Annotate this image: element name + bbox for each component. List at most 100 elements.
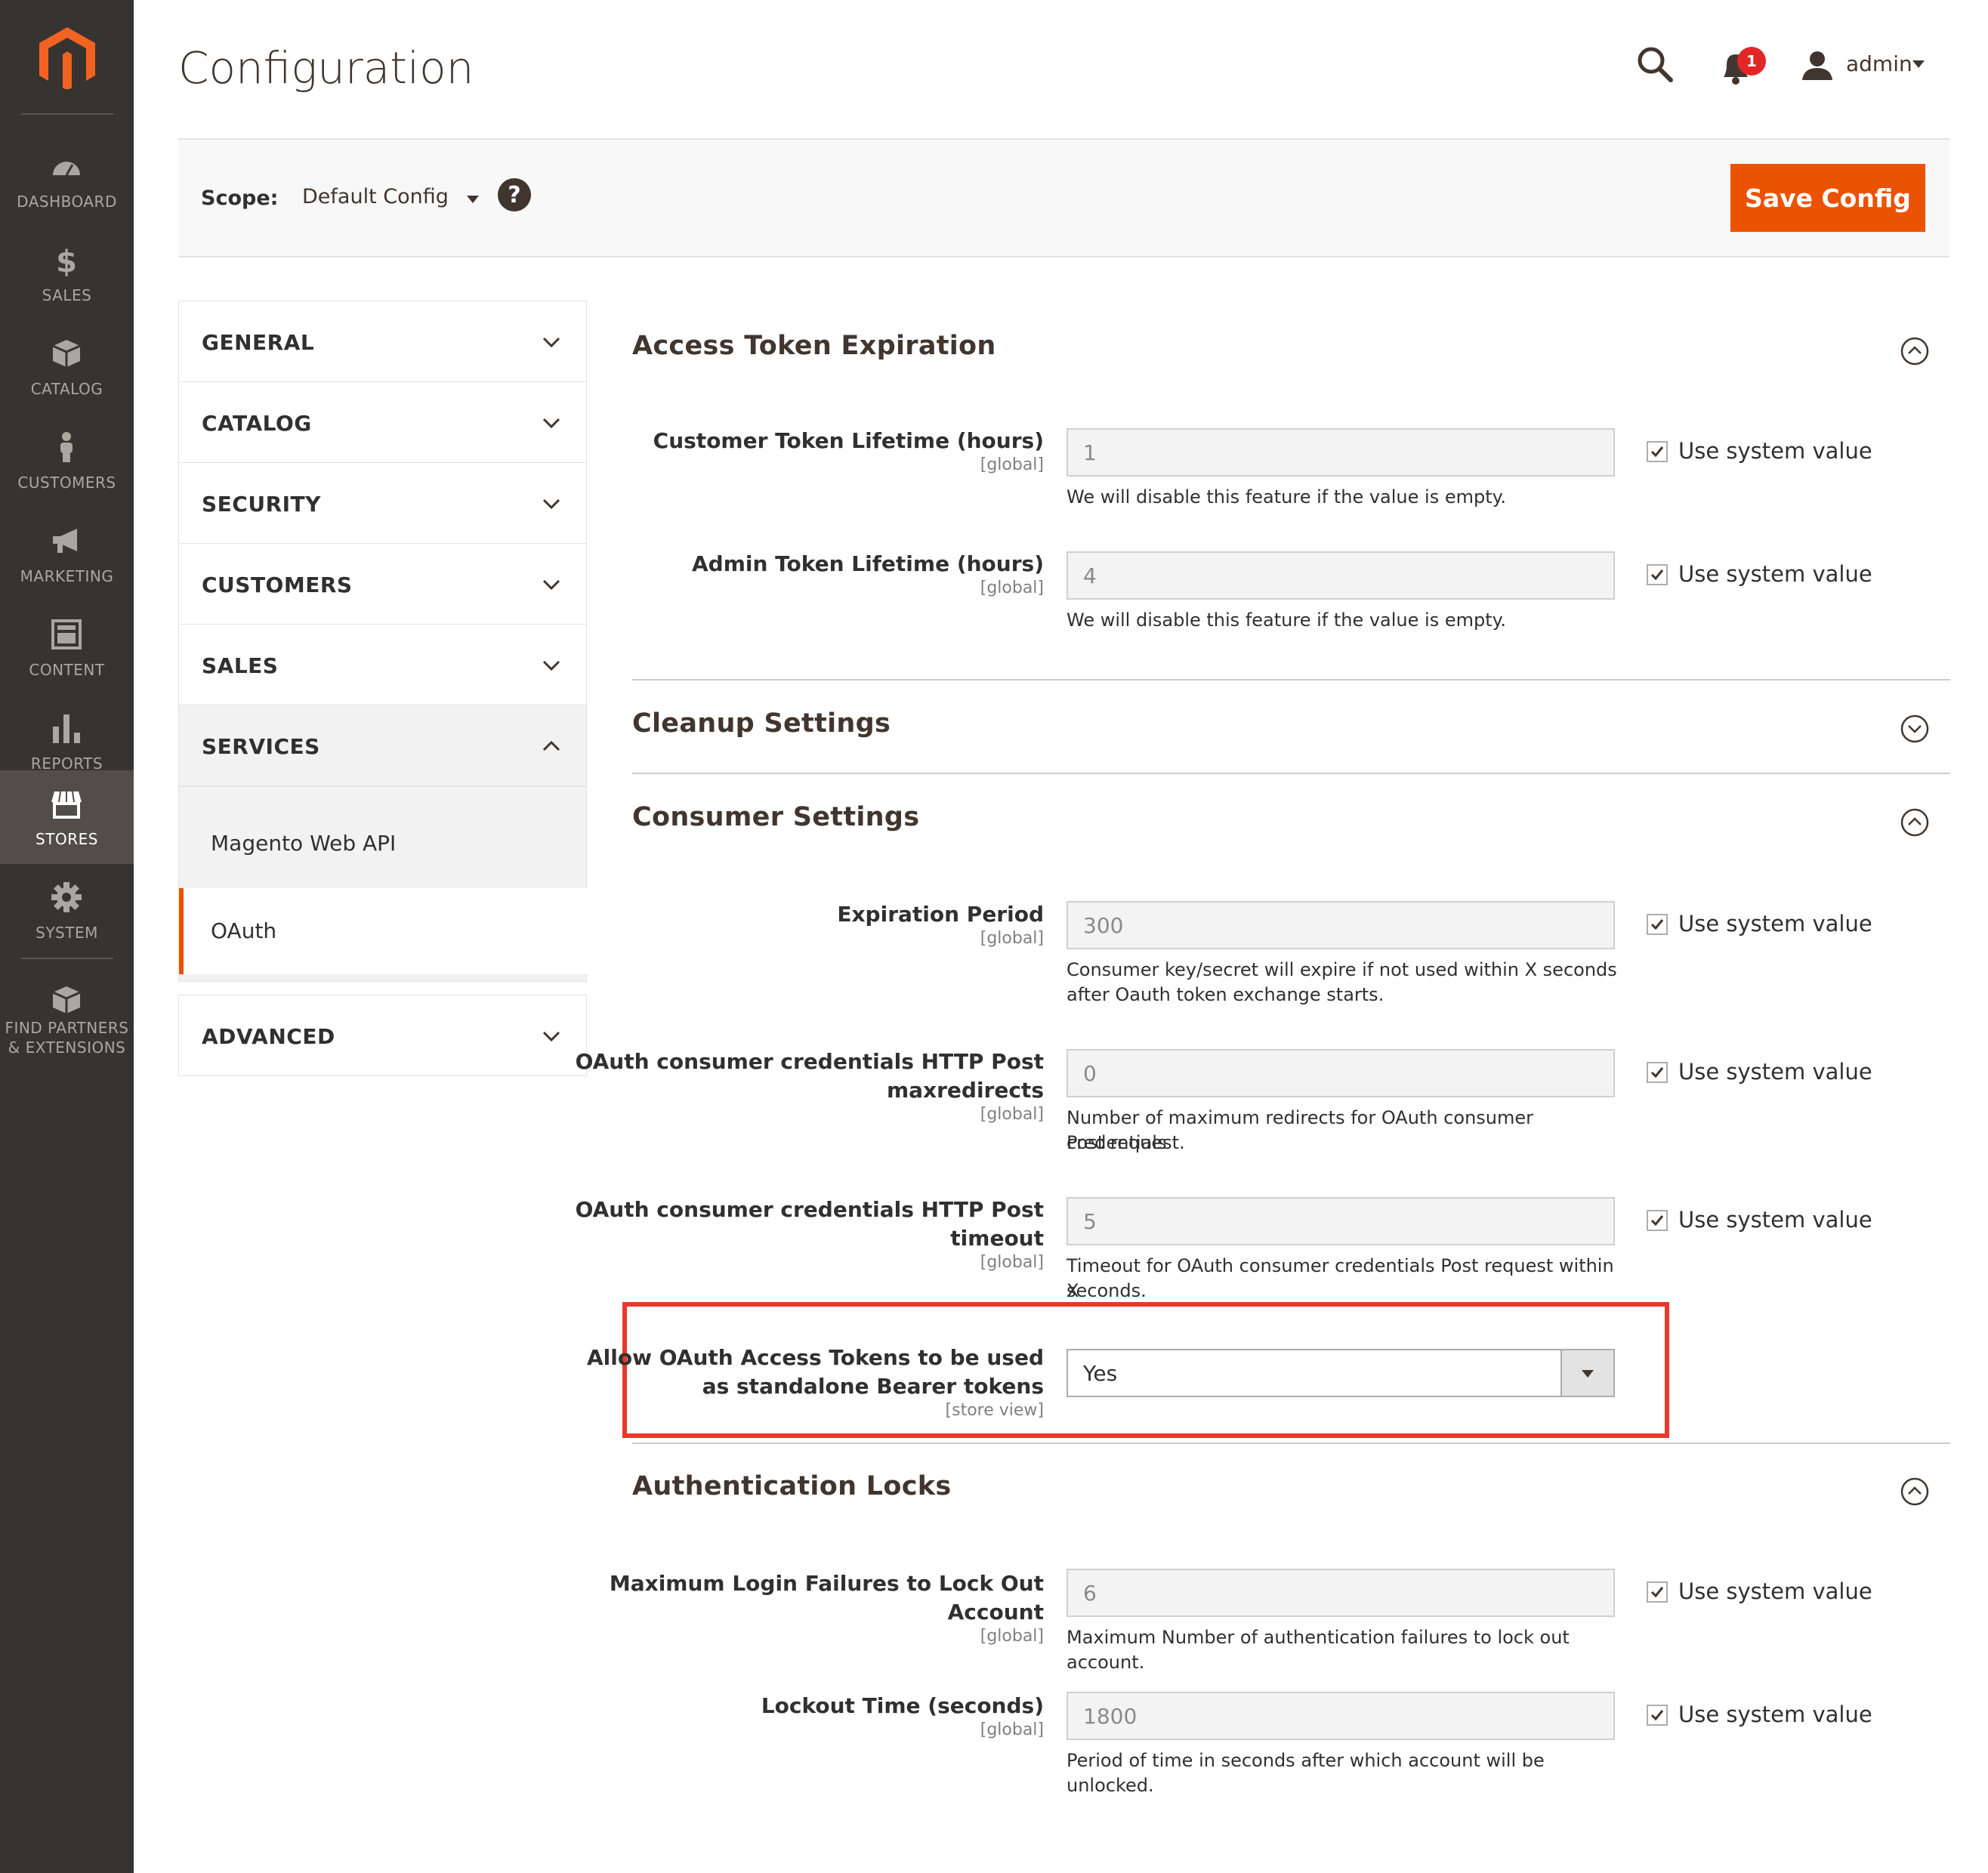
lockout-time-input[interactable]: 1800 — [1067, 1692, 1615, 1740]
scope-label: Scope: — [201, 187, 279, 210]
section-title-access-token-expiration[interactable]: Access Token Expiration — [632, 331, 996, 361]
field-note: Maximum Number of authentication failure… — [1067, 1627, 1570, 1673]
box-icon — [52, 340, 81, 367]
field-scope: [store view] — [945, 1401, 1044, 1420]
scope-switcher[interactable]: Default Config — [302, 185, 479, 208]
field-note: seconds. — [1067, 1280, 1147, 1301]
collapse-icon[interactable] — [1900, 808, 1929, 837]
menu-item-oauth[interactable]: OAuth — [179, 888, 591, 974]
nav-item-stores[interactable]: STORES — [0, 770, 134, 864]
use-system-value-label: Use system value — [1678, 1207, 1872, 1233]
checkmark-icon — [1650, 1587, 1664, 1598]
field-label: timeout — [950, 1226, 1044, 1251]
field-scope: [global] — [980, 929, 1044, 948]
menu-section-services[interactable]: SERVICES — [178, 705, 587, 785]
admin-sidebar: DASHBOARD $ SALES CATALOG CUSTOMERS MARK… — [0, 0, 134, 1873]
maxredirects-input[interactable]: 0 — [1067, 1049, 1615, 1097]
field-label: OAuth consumer credentials HTTP Post — [575, 1197, 1044, 1222]
field-label: maxredirects — [886, 1078, 1044, 1103]
save-config-button[interactable]: Save Config — [1730, 164, 1925, 232]
chevron-down-icon — [1912, 60, 1925, 68]
extensions-icon — [52, 986, 81, 1014]
menu-section-advanced[interactable]: ADVANCED — [178, 995, 587, 1076]
field-scope: [global] — [980, 1627, 1044, 1646]
timeout-input[interactable]: 5 — [1067, 1197, 1615, 1245]
help-icon[interactable]: ? — [497, 177, 532, 212]
dashboard-icon — [53, 162, 80, 176]
section-title-consumer-settings[interactable]: Consumer Settings — [632, 802, 919, 832]
select-value: Yes — [1083, 1361, 1118, 1386]
menu-section-security[interactable]: SECURITY — [178, 462, 587, 543]
customer-token-lifetime-input[interactable]: 1 — [1067, 428, 1615, 477]
nav-label: FIND PARTNERS — [5, 1019, 129, 1037]
megaphone-icon — [53, 529, 77, 553]
checkmark-icon — [1650, 446, 1664, 458]
use-system-value-label: Use system value — [1678, 1059, 1872, 1085]
nav-item-customers[interactable]: CUSTOMERS — [0, 414, 134, 508]
section-title-cleanup-settings[interactable]: Cleanup Settings — [632, 708, 891, 739]
nav-label: CATALOG — [30, 380, 103, 398]
menu-section-sales[interactable]: SALES — [178, 624, 587, 705]
menu-section-label: SERVICES — [202, 734, 320, 759]
field-label: Account — [947, 1600, 1044, 1625]
menu-section-general[interactable]: GENERAL — [178, 301, 587, 381]
chevron-up-icon — [542, 740, 560, 751]
checkbox[interactable] — [1647, 441, 1668, 462]
field-label: as standalone Bearer tokens — [702, 1374, 1044, 1399]
chevron-down-icon — [542, 337, 560, 348]
expiration-period-input[interactable]: 300 — [1067, 901, 1615, 949]
nav-item-catalog[interactable]: CATALOG — [0, 320, 134, 414]
chevron-down-icon — [542, 418, 560, 429]
checkbox[interactable] — [1647, 1210, 1668, 1231]
dropdown-arrow-icon[interactable] — [1560, 1350, 1613, 1396]
use-system-value-label: Use system value — [1678, 1578, 1872, 1604]
collapse-icon[interactable] — [1900, 1477, 1929, 1506]
section-title-authentication-locks[interactable]: Authentication Locks — [632, 1471, 951, 1501]
nav-item-system[interactable]: SYSTEM — [0, 864, 134, 958]
nav-label: STORES — [36, 830, 98, 848]
nav-label: SYSTEM — [36, 924, 98, 942]
checkbox[interactable] — [1647, 914, 1668, 935]
nav-divider — [21, 113, 113, 115]
field-label: Admin Token Lifetime (hours) — [691, 551, 1044, 576]
nav-label: CONTENT — [29, 661, 105, 679]
nav-item-find-partners[interactable]: FIND PARTNERS & EXTENSIONS — [0, 968, 134, 1066]
checkmark-icon — [1650, 1067, 1664, 1078]
field-label: Customer Token Lifetime (hours) — [653, 428, 1044, 453]
field-note: Consumer key/secret will expire if not u… — [1067, 959, 1617, 980]
expand-icon[interactable] — [1900, 714, 1929, 743]
use-system-value-label: Use system value — [1678, 438, 1872, 464]
notification-badge[interactable]: 1 — [1737, 47, 1766, 76]
nav-item-content[interactable]: CONTENT — [0, 601, 134, 695]
nav-item-sales[interactable]: $ SALES — [0, 227, 134, 320]
menu-section-customers[interactable]: CUSTOMERS — [178, 543, 587, 624]
gear-icon — [51, 882, 82, 912]
menu-section-label: SALES — [202, 653, 279, 678]
chevron-down-icon — [542, 498, 560, 510]
person-icon — [60, 432, 73, 462]
menu-item-label: OAuth — [211, 918, 277, 943]
menu-section-label: GENERAL — [202, 330, 315, 355]
field-note: We will disable this feature if the valu… — [1067, 486, 1507, 508]
search-icon[interactable] — [1635, 44, 1677, 86]
use-system-value-label: Use system value — [1678, 911, 1872, 936]
field-note: We will disable this feature if the valu… — [1067, 609, 1507, 631]
collapse-icon[interactable] — [1900, 337, 1929, 366]
nav-label: MARKETING — [20, 567, 114, 585]
checkbox[interactable] — [1647, 1705, 1668, 1726]
menu-item-magento-web-api[interactable]: Magento Web API — [179, 785, 586, 888]
checkbox[interactable] — [1647, 564, 1668, 585]
checkbox[interactable] — [1647, 1062, 1668, 1083]
nav-label: SALES — [42, 286, 92, 304]
admin-token-lifetime-input[interactable]: 4 — [1067, 551, 1615, 600]
max-login-failures-input[interactable]: 6 — [1067, 1569, 1615, 1617]
menu-section-label: CATALOG — [202, 411, 312, 436]
nav-item-marketing[interactable]: MARKETING — [0, 508, 134, 601]
bearer-tokens-select[interactable]: Yes — [1067, 1349, 1615, 1397]
menu-section-catalog[interactable]: CATALOG — [178, 381, 587, 462]
bar-chart-icon — [53, 714, 80, 743]
checkbox[interactable] — [1647, 1581, 1668, 1603]
nav-item-dashboard[interactable]: DASHBOARD — [0, 133, 134, 227]
dollar-icon: $ — [56, 245, 77, 276]
magento-logo-icon[interactable] — [35, 24, 100, 89]
